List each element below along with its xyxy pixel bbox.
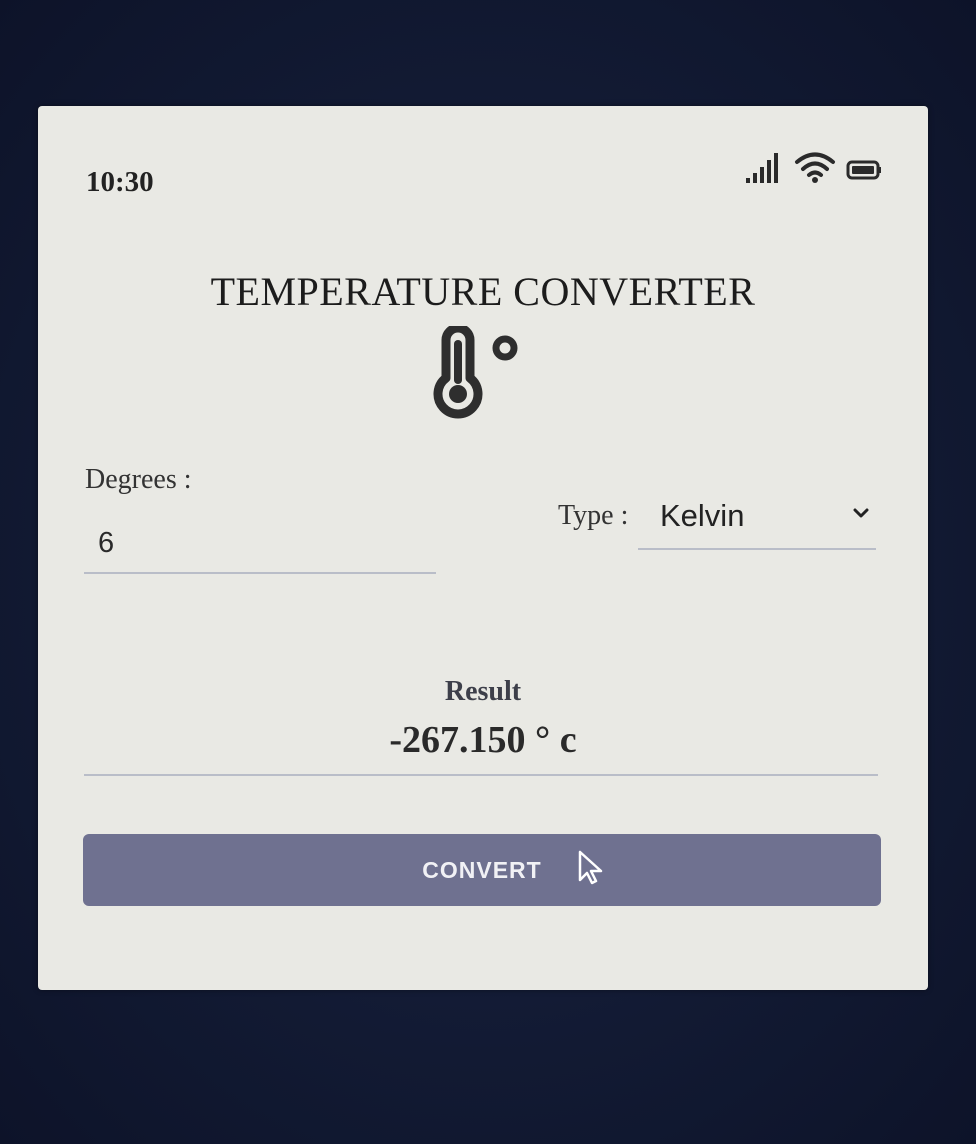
- convert-button-label: CONVERT: [422, 857, 542, 883]
- wifi-icon: [794, 150, 836, 189]
- type-select[interactable]: Kelvin: [638, 488, 876, 550]
- result-value: -267.150 ° c: [389, 719, 577, 761]
- battery-icon: [846, 154, 882, 189]
- degrees-label: Degrees :: [85, 464, 192, 495]
- page-title: TEMPERATURE CONVERTER: [210, 269, 756, 314]
- thermometer-icon: [428, 323, 528, 421]
- chevron-down-icon: [852, 506, 870, 520]
- type-selected-value: Kelvin: [660, 498, 745, 533]
- signal-icon: [746, 150, 784, 189]
- degrees-input[interactable]: [84, 514, 436, 574]
- pointer-cursor-icon: [577, 850, 605, 886]
- result-label: Result: [444, 676, 522, 707]
- type-label: Type :: [558, 500, 629, 531]
- status-icons: [746, 150, 882, 189]
- app-screen: 10:30 TEMPERATURE CONVERTER Degrees: 6 …: [38, 106, 928, 990]
- result-divider: [84, 774, 878, 776]
- convert-button[interactable]: CONVERT: [83, 834, 881, 906]
- status-time: 10:30: [86, 166, 154, 198]
- status-bar: 10:30: [38, 106, 928, 256]
